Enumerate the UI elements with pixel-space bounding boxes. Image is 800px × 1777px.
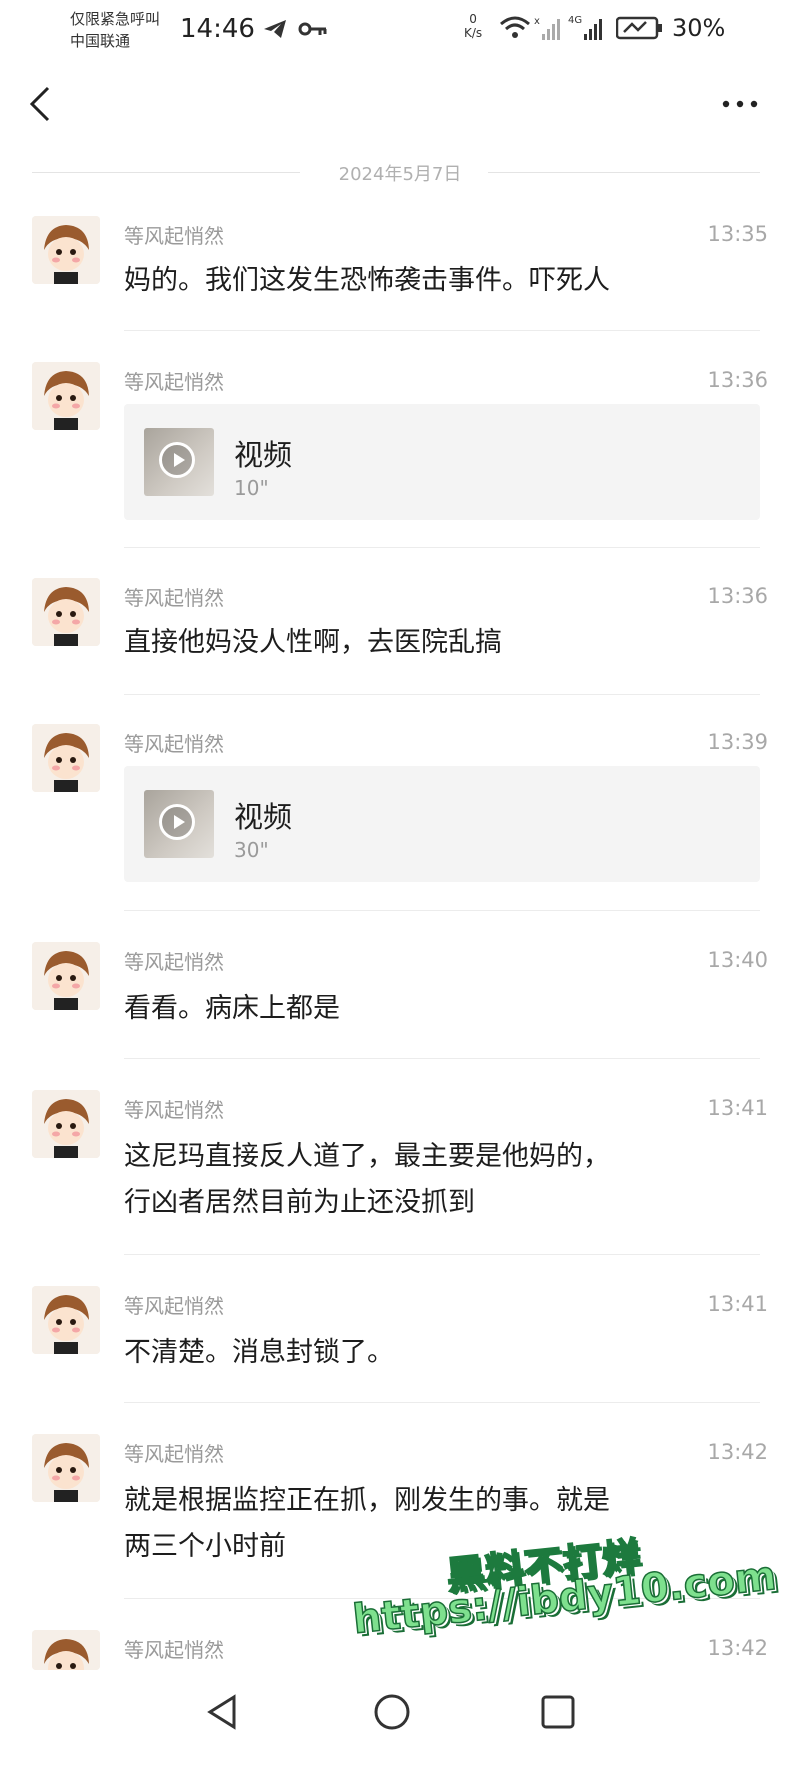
message-time: 13:35 (707, 222, 768, 246)
avatar-image (32, 362, 100, 430)
message-text[interactable]: 这尼玛直接反人道了，最主要是他妈的， 行凶者居然目前为止还没抓到 (124, 1134, 764, 1226)
net-speed: 0 K/s (464, 12, 482, 40)
video-duration: 10" (234, 476, 269, 500)
video-thumbnail (144, 428, 214, 496)
message-time: 13:42 (707, 1440, 768, 1464)
message-text[interactable]: 看看。病床上都是 (124, 986, 764, 1032)
avatar-image (32, 942, 100, 1010)
video-thumbnail (144, 790, 214, 858)
avatar-image (32, 1630, 100, 1670)
wifi-icon (500, 16, 530, 38)
carrier-emergency: 仅限紧急呼叫 (70, 10, 161, 28)
system-nav-bar (0, 1670, 800, 1777)
back-arrow-icon[interactable] (26, 84, 56, 124)
carrier-name: 中国联通 (70, 32, 131, 50)
video-message-card[interactable]: 视频 30" (124, 766, 760, 882)
message-time: 13:36 (707, 584, 768, 608)
sender-name: 等风起悄然 (124, 224, 224, 248)
message-text-line: 这尼玛直接反人道了，最主要是他妈的， (124, 1141, 610, 1172)
video-duration: 30" (234, 838, 269, 862)
svg-text:4G: 4G (568, 15, 582, 26)
sender-name: 等风起悄然 (124, 1294, 224, 1318)
sender-avatar[interactable] (32, 724, 100, 792)
telegram-icon (264, 20, 286, 38)
battery-saver-icon (616, 16, 662, 40)
more-options-icon[interactable] (720, 96, 760, 112)
message-text[interactable]: 妈的。我们这发生恐怖袭击事件。吓死人 (124, 258, 764, 304)
sender-avatar[interactable] (32, 1286, 100, 1354)
message-divider (124, 910, 760, 911)
video-label: 视频 (234, 800, 293, 834)
message-text-line: 行凶者居然目前为止还没抓到 (124, 1187, 475, 1218)
date-divider-right (488, 172, 760, 173)
message-text[interactable]: 直接他妈没人性啊，去医院乱搞 (124, 620, 764, 666)
video-label: 视频 (234, 438, 293, 472)
avatar-image (32, 216, 100, 284)
sender-name: 等风起悄然 (124, 950, 224, 974)
net-speed-value: 0 (469, 12, 477, 26)
message-divider (124, 694, 760, 695)
signal-sim1-icon: x (534, 16, 560, 40)
message-text-line: 就是根据监控正在抓，刚发生的事。就是 (124, 1485, 610, 1516)
play-icon (159, 804, 195, 840)
message-text[interactable]: 不清楚。消息封锁了。 (124, 1330, 764, 1376)
sender-name: 等风起悄然 (124, 1442, 224, 1466)
battery-percent: 30% (672, 14, 726, 42)
sender-name: 等风起悄然 (124, 370, 224, 394)
carrier-info: 仅限紧急呼叫 中国联通 (70, 8, 160, 52)
sender-avatar[interactable] (32, 1434, 100, 1502)
nav-back-icon[interactable] (206, 1694, 238, 1730)
sender-avatar[interactable] (32, 942, 100, 1010)
svg-text:x: x (534, 16, 540, 27)
nav-recents-icon[interactable] (540, 1694, 576, 1730)
message-time: 13:41 (707, 1292, 768, 1316)
sender-avatar[interactable] (32, 578, 100, 646)
sender-name: 等风起悄然 (124, 1638, 224, 1662)
sender-name: 等风起悄然 (124, 586, 224, 610)
avatar-image (32, 724, 100, 792)
avatar-image (32, 1090, 100, 1158)
date-separator: 2024年5月7日 (338, 164, 462, 185)
message-time: 13:41 (707, 1096, 768, 1120)
key-icon (298, 22, 327, 36)
message-divider (124, 547, 760, 548)
message-time: 13:40 (707, 948, 768, 972)
signal-4g-icon: 4G (568, 15, 602, 40)
sender-avatar[interactable] (32, 1090, 100, 1158)
play-icon (159, 442, 195, 478)
message-divider (124, 330, 760, 331)
message-divider (124, 1254, 760, 1255)
message-time: 13:42 (707, 1636, 768, 1660)
net-speed-unit: K/s (464, 26, 483, 40)
sender-avatar[interactable] (32, 216, 100, 284)
status-clock: 14:46 (180, 14, 255, 44)
video-message-card[interactable]: 视频 10" (124, 404, 760, 520)
nav-home-icon[interactable] (372, 1692, 412, 1732)
message-divider (124, 1058, 760, 1059)
sender-avatar[interactable] (32, 1630, 100, 1670)
sender-name: 等风起悄然 (124, 732, 224, 756)
sender-name: 等风起悄然 (124, 1098, 224, 1122)
avatar-image (32, 1434, 100, 1502)
message-divider (124, 1402, 760, 1403)
message-time: 13:36 (707, 368, 768, 392)
avatar-image (32, 578, 100, 646)
avatar-image (32, 1286, 100, 1354)
message-time: 13:39 (707, 730, 768, 754)
sender-avatar[interactable] (32, 362, 100, 430)
